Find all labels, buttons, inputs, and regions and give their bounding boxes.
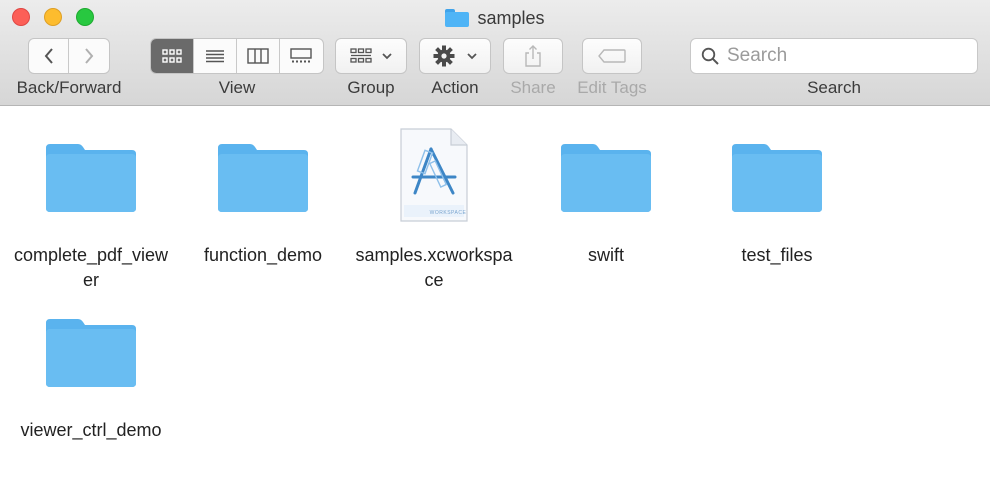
list-view-button[interactable] xyxy=(194,39,237,73)
file-name: function_demo xyxy=(203,245,323,265)
folder-item[interactable]: complete_pdf_viewer xyxy=(6,121,176,293)
folder-item[interactable]: function_demo xyxy=(178,121,348,268)
share-label: Share xyxy=(510,78,556,97)
group-grid-icon xyxy=(350,48,372,63)
group-button[interactable] xyxy=(335,38,407,74)
file-name: test_files xyxy=(741,245,813,265)
icon-grid-icon xyxy=(162,49,182,63)
folder-icon xyxy=(445,9,470,27)
view-label: View xyxy=(218,78,256,97)
file-name: viewer_ctrl_demo xyxy=(20,420,162,440)
action-button[interactable] xyxy=(419,38,491,74)
search-input[interactable] xyxy=(727,45,967,67)
column-view-button[interactable] xyxy=(237,39,280,73)
window-title-text: samples xyxy=(477,7,545,28)
folder-icon xyxy=(46,319,136,387)
icon-view-button[interactable] xyxy=(151,39,194,73)
forward-button[interactable] xyxy=(69,39,109,73)
file-name: swift xyxy=(588,245,624,265)
chevron-left-icon xyxy=(44,48,53,64)
folder-icon xyxy=(218,144,308,212)
window-title: samples xyxy=(0,6,990,30)
folder-item[interactable]: test_files xyxy=(692,121,862,268)
workspace-badge-text: WORKSPACE xyxy=(429,209,467,216)
gallery-view-button[interactable] xyxy=(280,39,323,73)
folder-icon xyxy=(561,144,651,212)
chevron-right-icon xyxy=(85,48,94,64)
back-forward-label: Back/Forward xyxy=(16,78,122,97)
columns-icon xyxy=(247,48,269,64)
share-icon xyxy=(525,45,541,67)
search-icon xyxy=(701,47,719,65)
folder-icon xyxy=(732,144,822,212)
folder-icon xyxy=(46,144,136,212)
finder-window: samples Back/Forward View Group Action S… xyxy=(0,0,990,490)
edit-tags-label: Edit Tags xyxy=(577,78,647,97)
folder-item[interactable]: viewer_ctrl_demo xyxy=(6,296,176,443)
share-button[interactable] xyxy=(503,38,563,74)
view-control xyxy=(150,38,324,74)
group-label: Group xyxy=(347,78,395,97)
search-field[interactable] xyxy=(690,38,978,74)
back-forward-control xyxy=(28,38,110,74)
back-button[interactable] xyxy=(29,39,69,73)
file-grid: complete_pdf_viewer function_demo WORKSP… xyxy=(0,107,990,490)
file-name: complete_pdf_viewer xyxy=(13,245,169,290)
folder-item[interactable]: swift xyxy=(521,121,691,268)
toolbar: samples Back/Forward View Group Action S… xyxy=(0,0,990,106)
chevron-down-icon xyxy=(467,53,477,60)
edit-tags-button[interactable] xyxy=(582,38,642,74)
chevron-down-icon xyxy=(382,53,392,60)
file-name: samples.xcworkspace xyxy=(355,245,513,290)
tag-icon xyxy=(598,49,626,63)
gallery-icon xyxy=(290,48,313,63)
action-label: Action xyxy=(431,78,479,97)
list-icon xyxy=(206,50,224,63)
workspace-file-item[interactable]: WORKSPACE samples.xcworkspace xyxy=(349,121,519,293)
gear-icon xyxy=(433,45,455,67)
search-label: Search xyxy=(807,78,861,97)
